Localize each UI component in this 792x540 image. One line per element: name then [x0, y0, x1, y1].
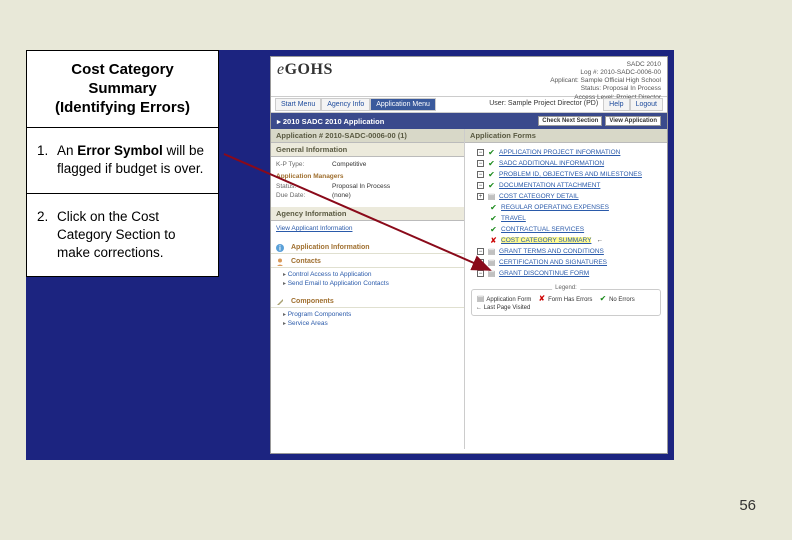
nav-logout[interactable]: Logout [630, 98, 663, 111]
tree-item[interactable]: ✔REGULAR OPERATING EXPENSES [469, 202, 663, 213]
tree-item-cost-category-summary[interactable]: ✘COST CATEGORY SUMMARY← [469, 235, 663, 246]
instruction-2: Click on the Cost Category Section to ma… [27, 194, 218, 277]
check-icon: ✔ [487, 159, 496, 168]
expand-icon[interactable]: − [477, 149, 484, 156]
header-meta: SADC 2010 Log #: 2010-SADC-0006-00 Appli… [550, 61, 661, 94]
contacts-send-email[interactable]: Send Email to Application Contacts [283, 279, 459, 288]
check-icon: ✔ [489, 214, 498, 223]
legend-title: Legend: [552, 285, 580, 291]
expand-icon[interactable]: − [477, 270, 484, 277]
slide-title: Cost Category Summary (Identifying Error… [26, 50, 219, 128]
meta-line: SADC 2010 [550, 61, 661, 69]
tree-item-cost-category-detail[interactable]: +▤COST CATEGORY DETAIL [469, 191, 663, 202]
page-icon: ▤ [487, 247, 496, 256]
tree-item[interactable]: −✔DOCUMENTATION ATTACHMENT [469, 180, 663, 191]
app-header: eGOHS SADC 2010 Log #: 2010-SADC-0006-00… [271, 57, 667, 97]
view-application-button[interactable]: View Application [605, 116, 661, 126]
application-title-bar: ▸ 2010 SADC 2010 Application Check Next … [271, 113, 667, 129]
application-information-header: i Application Information [271, 240, 464, 254]
program-components-link[interactable]: Program Components [283, 310, 459, 319]
tree-item[interactable]: −▤CERTIFICATION AND SIGNATURES [469, 257, 663, 268]
tree-item[interactable]: −✔PROBLEM ID, OBJECTIVES AND MILESTONES [469, 169, 663, 180]
arrow-left-icon: ← [596, 237, 603, 244]
page-icon: ▤ [487, 258, 496, 267]
wrench-icon [275, 297, 285, 307]
general-info-header: General Information [271, 143, 464, 157]
form-tree: −✔APPLICATION PROJECT INFORMATION −✔SADC… [465, 143, 667, 283]
expand-icon[interactable]: − [477, 160, 484, 167]
expand-icon[interactable]: − [477, 182, 484, 189]
check-icon: ✔ [487, 170, 496, 179]
check-icon: ✔ [487, 148, 496, 157]
title-line-3: (Identifying Errors) [33, 99, 212, 118]
tree-item[interactable]: −✔SADC ADDITIONAL INFORMATION [469, 158, 663, 169]
app-logo: eGOHS [277, 61, 333, 94]
collapse-icon[interactable]: + [477, 193, 484, 200]
check-icon: ✔ [487, 181, 496, 190]
meta-line: Log #: 2010-SADC-0006-00 [550, 69, 661, 77]
legend-box: Legend: ▤ Application Form ✘ Form Has Er… [471, 289, 661, 316]
error-icon: ✘ [537, 294, 546, 303]
check-icon: ✔ [598, 294, 607, 303]
components-header: Components [271, 294, 464, 308]
page-icon: ▤ [476, 294, 485, 303]
agency-info-header: Agency Information [271, 207, 464, 221]
tree-item[interactable]: ✔TRAVEL [469, 213, 663, 224]
info-icon: i [275, 243, 285, 253]
nav-user: User: Sample Project Director (PD) [484, 98, 603, 111]
check-icon: ✔ [489, 225, 498, 234]
tree-item[interactable]: ✔CONTRACTUAL SERVICES [469, 224, 663, 235]
left-instruction-panel: Cost Category Summary (Identifying Error… [26, 50, 219, 277]
title-line-1: Cost Category [33, 61, 212, 80]
check-next-section-button[interactable]: Check Next Section [538, 116, 602, 126]
app-body: Application # 2010-SADC-0006-00 (1) Gene… [271, 129, 667, 449]
left-column: Application # 2010-SADC-0006-00 (1) Gene… [271, 129, 465, 449]
application-number-header: Application # 2010-SADC-0006-00 (1) [271, 129, 464, 143]
title-line-2: Summary [33, 80, 212, 99]
tree-item[interactable]: −▤GRANT DISCONTINUE FORM [469, 268, 663, 279]
page-icon: ▤ [487, 192, 496, 201]
egohs-app-screenshot: eGOHS SADC 2010 Log #: 2010-SADC-0006-00… [270, 56, 668, 454]
tree-item[interactable]: −▤GRANT TERMS AND CONDITIONS [469, 246, 663, 257]
nav-help[interactable]: Help [603, 98, 629, 111]
page-number: 56 [739, 497, 756, 514]
meta-line: Status: Proposal In Process [550, 85, 661, 93]
nav-bar: Start Menu Agency Info Application Menu … [271, 97, 667, 113]
application-forms-header: Application Forms [465, 129, 667, 143]
instruction-list: An Error Symbol will be flagged if budge… [26, 128, 219, 277]
expand-icon[interactable]: − [477, 171, 484, 178]
service-areas-link[interactable]: Service Areas [283, 319, 459, 328]
arrow-left-icon: ← [476, 305, 482, 311]
contacts-control-access[interactable]: Control Access to Application [283, 270, 459, 279]
nav-application-menu[interactable]: Application Menu [370, 98, 436, 111]
page-icon: ▤ [487, 269, 496, 278]
check-icon: ✔ [489, 203, 498, 212]
nav-agency-info[interactable]: Agency Info [321, 98, 370, 111]
tree-item[interactable]: −✔APPLICATION PROJECT INFORMATION [469, 147, 663, 158]
contacts-icon [275, 257, 285, 267]
svg-text:i: i [279, 245, 281, 252]
contacts-header: Contacts [271, 254, 464, 268]
meta-line: Applicant: Sample Official High School [550, 77, 661, 85]
error-icon: ✘ [489, 236, 498, 245]
nav-start-menu[interactable]: Start Menu [275, 98, 321, 111]
general-info-body: K-P Type:Competitive Application Manager… [271, 157, 464, 207]
right-column: Application Forms −✔APPLICATION PROJECT … [465, 129, 667, 449]
instruction-1: An Error Symbol will be flagged if budge… [27, 128, 218, 193]
titlebar-text: 2010 SADC 2010 Application [283, 117, 384, 126]
expand-icon[interactable]: − [477, 259, 484, 266]
app-managers-label: Application Managers [276, 172, 459, 182]
view-applicant-info-link[interactable]: View Applicant Information [276, 225, 352, 232]
expand-icon[interactable]: − [477, 248, 484, 255]
